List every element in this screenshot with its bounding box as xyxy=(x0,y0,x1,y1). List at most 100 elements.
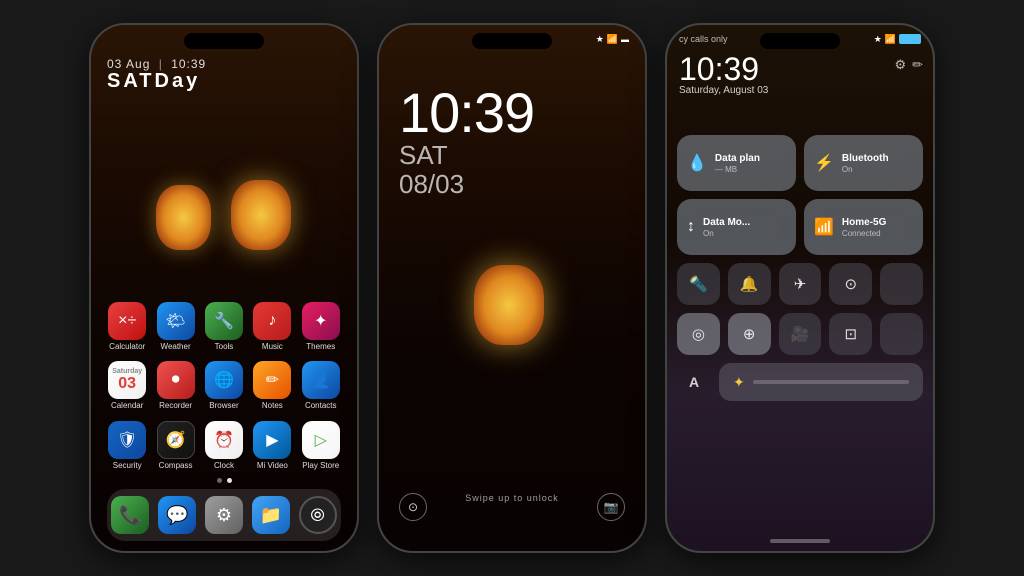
cc-brightness-row: A ✦ xyxy=(677,363,923,401)
app-notes[interactable]: ✏ Notes xyxy=(250,361,294,411)
app-calendar-label: Calendar xyxy=(111,402,143,411)
home-date: 03 Aug | 10:39 xyxy=(107,57,206,71)
cc-control-grid: 💧 Data plan — MB ⚡ Bluetooth On xyxy=(677,135,923,401)
app-weather-icon: 🌤 xyxy=(157,302,195,340)
app-grid: ×÷ Calculator 🌤 Weather 🔧 Tools ♪ Music … xyxy=(91,302,357,471)
cc-home-indicator xyxy=(770,539,830,543)
app-themes[interactable]: ✦ Themes xyxy=(299,302,343,352)
cc-airplane-btn[interactable]: ✈ xyxy=(779,263,822,305)
app-calculator[interactable]: ×÷ Calculator xyxy=(105,302,149,352)
battery-icon: ▬ xyxy=(621,35,629,44)
app-security-label: Security xyxy=(113,462,142,471)
app-music[interactable]: ♪ Music xyxy=(250,302,294,352)
bt-icon: ★ xyxy=(596,34,604,45)
lock-circle-icon-right: 📷 xyxy=(597,493,625,521)
cc-sun-icon: ✦ xyxy=(733,374,745,391)
lantern-right xyxy=(231,180,291,250)
cc-flashlight-btn[interactable]: 🔦 xyxy=(677,263,720,305)
app-row-3: 🛡 Security 🧭 Compass ⏰ Clock ▶ Mi Video … xyxy=(103,421,345,471)
app-contacts-label: Contacts xyxy=(305,402,337,411)
cc-wifi-sub: Connected xyxy=(842,229,886,238)
cc-small-grid-1: 🔦 🔔 ✈ ⊙ xyxy=(677,263,923,305)
cc-bell-btn[interactable]: 🔔 xyxy=(728,263,771,305)
wifi-icon: 📶 xyxy=(607,34,618,45)
cc-small-grid-2: ◎ ⊕ 🎥 ⊡ xyxy=(677,313,923,355)
lock-date: 08/03 xyxy=(399,170,534,199)
cc-bluetooth-tile[interactable]: ⚡ Bluetooth On xyxy=(804,135,923,191)
cc-status-text: cy calls only xyxy=(679,34,728,44)
app-contacts[interactable]: 👤 Contacts xyxy=(299,361,343,411)
cc-wifi-label: Home-5G xyxy=(842,217,886,229)
cc-row-2: ↕ Data Mo... On 📶 Home-5G Connected xyxy=(677,199,923,255)
app-tools-label: Tools xyxy=(215,343,234,352)
cc-date-icons: ⚙ ✏ xyxy=(894,57,923,73)
app-security-icon: 🛡 xyxy=(108,421,146,459)
app-row-2: Saturday 03 Calendar ⏺ Recorder 🌐 Browse… xyxy=(103,361,345,411)
app-calculator-icon: ×÷ xyxy=(108,302,146,340)
cc-bt-label: Bluetooth xyxy=(842,153,889,165)
app-recorder[interactable]: ⏺ Recorder xyxy=(154,361,198,411)
app-notes-label: Notes xyxy=(262,402,283,411)
cc-data-icon: 💧 xyxy=(687,153,707,173)
cc-data-mode-label: Data Mo... xyxy=(703,217,750,229)
app-compass[interactable]: 🧭 Compass xyxy=(154,421,198,471)
cc-time: 10:39 xyxy=(679,53,768,85)
dock-camera[interactable]: ⦾ xyxy=(299,496,337,534)
app-music-icon: ♪ xyxy=(253,302,291,340)
cc-status-bar: cy calls only ★ 📶 xyxy=(667,25,933,53)
cc-edit-icon[interactable]: ✏ xyxy=(912,57,923,73)
app-browser[interactable]: 🌐 Browser xyxy=(202,361,246,411)
cc-wifi-tile-icon: 📶 xyxy=(814,217,834,237)
lock-day: SAT xyxy=(399,141,534,170)
lantern-left xyxy=(156,185,211,250)
cc-location-btn[interactable]: ◎ xyxy=(677,313,720,355)
app-security[interactable]: 🛡 Security xyxy=(105,421,149,471)
cc-fullscreen-btn[interactable]: ⊡ xyxy=(829,313,872,355)
app-notes-icon: ✏ xyxy=(253,361,291,399)
app-weather[interactable]: 🌤 Weather xyxy=(154,302,198,352)
lock-time: 10:39 xyxy=(399,85,534,141)
app-clock[interactable]: ⏰ Clock xyxy=(202,421,246,471)
lock-clock: 10:39 SAT 08/03 xyxy=(399,85,534,198)
dock-messages[interactable]: 💬 xyxy=(158,496,196,534)
cc-bt-icon: ★ xyxy=(874,34,882,45)
cc-brightness-track xyxy=(753,380,909,384)
cc-data-sub: — MB xyxy=(715,165,760,174)
cc-wifi-info: Home-5G Connected xyxy=(842,217,886,238)
cc-bluetooth-icon: ⚡ xyxy=(814,153,834,173)
camera-notch xyxy=(184,33,264,49)
cc-screen-btn[interactable]: ⊕ xyxy=(728,313,771,355)
cc-brightness-slider[interactable]: ✦ xyxy=(719,363,923,401)
app-calendar[interactable]: Saturday 03 Calendar xyxy=(105,361,149,411)
cc-wifi-tile[interactable]: 📶 Home-5G Connected xyxy=(804,199,923,255)
cc-data-mode-tile[interactable]: ↕ Data Mo... On xyxy=(677,199,796,255)
app-playstore-label: Play Store xyxy=(302,462,339,471)
cc-video-btn[interactable]: 🎥 xyxy=(779,313,822,355)
home-day: SATDay xyxy=(107,71,206,91)
phone-home: 03 Aug | 10:39 SATDay ×÷ Calculator 🌤 We… xyxy=(89,23,359,553)
phone-cc: cy calls only ★ 📶 10:39 Saturday, August… xyxy=(665,23,935,553)
dock-phone[interactable]: 📞 xyxy=(111,496,149,534)
cc-focus-btn[interactable]: ⊙ xyxy=(829,263,872,305)
app-mivideo-label: Mi Video xyxy=(257,462,288,471)
app-playstore-icon: ▷ xyxy=(302,421,340,459)
dock-files[interactable]: 📁 xyxy=(252,496,290,534)
cc-settings-icon[interactable]: ⚙ xyxy=(894,57,906,73)
cc-extra-btn-1[interactable] xyxy=(880,263,923,305)
app-tools[interactable]: 🔧 Tools xyxy=(202,302,246,352)
cc-row-1: 💧 Data plan — MB ⚡ Bluetooth On xyxy=(677,135,923,191)
phone-lock: ★ 📶 ▬ 10:39 SAT 08/03 ⊙ Swipe up to unlo… xyxy=(377,23,647,553)
app-music-label: Music xyxy=(262,343,283,352)
cc-bt-sub: On xyxy=(842,165,889,174)
app-mivideo[interactable]: ▶ Mi Video xyxy=(250,421,294,471)
app-calculator-label: Calculator xyxy=(109,343,145,352)
dock-settings[interactable]: ⚙ xyxy=(205,496,243,534)
cc-data-plan-tile[interactable]: 💧 Data plan — MB xyxy=(677,135,796,191)
app-themes-icon: ✦ xyxy=(302,302,340,340)
lock-circle-icon-left: ⊙ xyxy=(399,493,427,521)
app-contacts-icon: 👤 xyxy=(302,361,340,399)
app-playstore[interactable]: ▷ Play Store xyxy=(299,421,343,471)
lock-status-icons: ★ 📶 ▬ xyxy=(596,34,629,45)
cc-extra-btn-2[interactable] xyxy=(880,313,923,355)
app-row-1: ×÷ Calculator 🌤 Weather 🔧 Tools ♪ Music … xyxy=(103,302,345,352)
